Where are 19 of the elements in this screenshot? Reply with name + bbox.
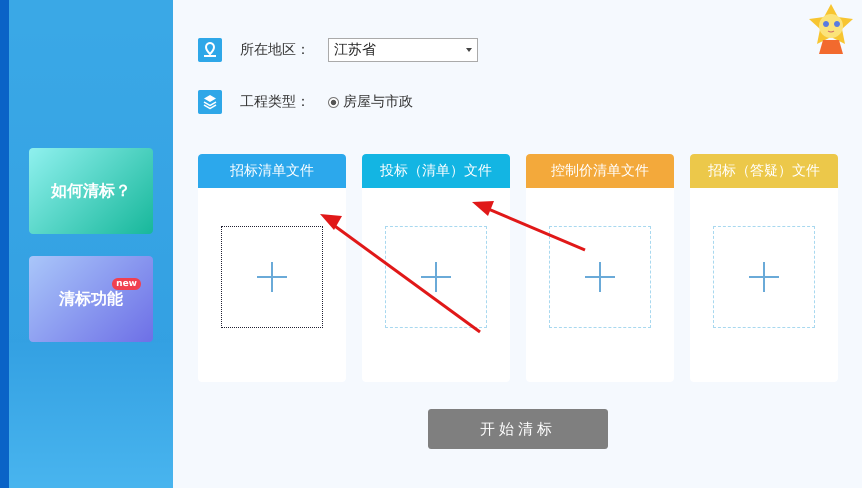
start-button[interactable]: 开始清标 xyxy=(428,409,608,449)
project-type-label: 工程类型： xyxy=(240,93,311,111)
caret-icon xyxy=(466,48,472,52)
radio-option[interactable]: 房屋与市政 xyxy=(328,93,413,111)
location-pin-icon xyxy=(198,38,222,62)
region-label: 所在地区： xyxy=(240,41,311,59)
plus-icon xyxy=(421,262,451,292)
new-badge: new xyxy=(112,278,141,290)
plus-icon xyxy=(585,262,615,292)
plus-icon xyxy=(257,262,287,292)
card-header: 招标（答疑）文件 xyxy=(690,154,838,188)
upload-drop-zone[interactable] xyxy=(221,226,323,328)
plus-icon xyxy=(749,262,779,292)
region-dropdown[interactable]: 江苏省 xyxy=(328,38,478,62)
card-header: 投标（清单）文件 xyxy=(362,154,510,188)
card-header: 控制价清单文件 xyxy=(526,154,674,188)
layers-icon xyxy=(198,90,222,114)
sidebar-card-button[interactable]: new 清标功能 xyxy=(29,256,153,342)
card-header: 招标清单文件 xyxy=(198,154,346,188)
